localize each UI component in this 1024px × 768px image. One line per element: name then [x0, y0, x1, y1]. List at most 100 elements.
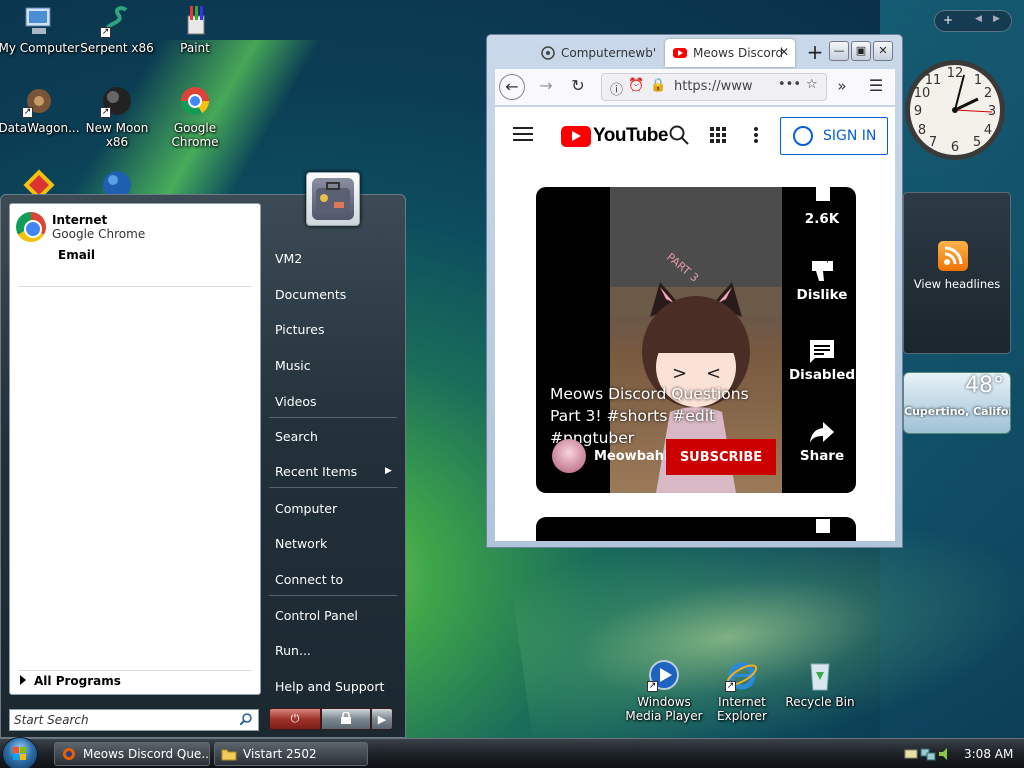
notification-icon[interactable] — [904, 748, 918, 763]
start-item-control-panel[interactable]: Control Panel — [275, 608, 358, 623]
network-icon[interactable] — [920, 746, 936, 765]
site-icon — [541, 46, 555, 60]
permissions-icon[interactable]: ⏰ — [628, 78, 644, 93]
start-button[interactable] — [2, 737, 38, 768]
pinned-email-item[interactable]: Email — [16, 248, 254, 262]
user-picture[interactable] — [306, 172, 360, 226]
back-button[interactable]: ← — [499, 74, 525, 100]
desktop-icon-google-chrome[interactable]: Google Chrome — [153, 84, 237, 149]
start-item-help-support[interactable]: Help and Support — [275, 679, 384, 694]
svg-text:8: 8 — [918, 123, 926, 138]
desktop-icon-datawagon[interactable]: ↗ DataWagon... — [0, 84, 81, 135]
url-text: https://www — [674, 79, 753, 94]
bookmark-star-icon[interactable]: ☆ — [806, 77, 818, 92]
forward-button[interactable]: → — [533, 74, 559, 100]
dislike-button[interactable]: Dislike — [788, 259, 856, 303]
chrome-icon — [178, 84, 212, 118]
media-player-icon: ↗ — [647, 658, 681, 692]
svg-text:2: 2 — [984, 86, 992, 101]
page-viewport: YouTube SIGN IN > < PART 3 Meows Discord… — [495, 107, 895, 541]
like-button[interactable]: 2.6K — [788, 187, 856, 227]
short-video-card[interactable]: > < PART 3 Meows Discord Questions Part … — [536, 187, 856, 493]
sidebar-controls[interactable]: + ◀ ▶ — [934, 10, 1012, 32]
minimize-button[interactable]: — — [829, 41, 849, 61]
svg-text:5: 5 — [973, 135, 981, 150]
all-programs-button[interactable]: All Programs — [20, 674, 121, 688]
shutdown-options-button[interactable]: ▶ — [371, 708, 393, 730]
comments-button[interactable]: Disabled — [788, 339, 856, 383]
desktop-icon-new-moon[interactable]: ↗ New Moon x86 — [75, 84, 159, 149]
url-bar[interactable]: ⓘ ⏰ 🔒 https://www ••• ☆ — [601, 73, 827, 101]
moon-icon: ↗ — [100, 84, 134, 118]
lock-button[interactable] — [321, 708, 371, 730]
tab-computernewb[interactable]: Computernewb' — [533, 39, 659, 67]
guide-menu-icon[interactable] — [513, 126, 533, 146]
share-button[interactable]: Share — [788, 420, 856, 464]
start-item-videos[interactable]: Videos — [275, 394, 317, 409]
start-item-computer[interactable]: Computer — [275, 501, 337, 516]
desktop-icon-label: Internet Explorer — [717, 695, 767, 723]
start-item-pictures[interactable]: Pictures — [275, 322, 325, 337]
menu-hamburger-icon[interactable]: ☰ — [863, 74, 889, 100]
browser-window[interactable]: Computernewb' Meows Discord ✕ + — ▣ ✕ ← … — [486, 34, 903, 548]
view-headlines-link[interactable]: View headlines — [904, 277, 1010, 291]
new-tab-button[interactable]: + — [803, 41, 827, 65]
channel-avatar[interactable] — [552, 439, 586, 473]
start-item-documents[interactable]: Documents — [275, 287, 346, 302]
search-icon[interactable] — [669, 125, 689, 149]
comment-icon — [809, 339, 835, 363]
desktop-icon-media-player[interactable]: ↗ Windows Media Player — [622, 658, 706, 723]
arrow-right-icon: ▶ — [377, 712, 387, 726]
info-icon[interactable]: ⓘ — [610, 79, 623, 98]
prev-icon[interactable]: ◀ — [975, 14, 982, 24]
desktop-icon-label: Windows Media Player — [625, 695, 703, 723]
start-item-vm2[interactable]: VM2 — [275, 251, 302, 266]
sign-in-button[interactable]: SIGN IN — [780, 117, 888, 155]
weather-gadget[interactable]: 48° Cupertino, California — [903, 372, 1011, 434]
start-item-music[interactable]: Music — [275, 358, 311, 373]
youtube-logo[interactable]: YouTube — [561, 125, 668, 147]
more-options-icon[interactable] — [753, 126, 759, 148]
taskbar-button-vistart[interactable]: Vistart 2502 — [214, 742, 368, 766]
divider — [18, 670, 252, 671]
desktop-icon-serpent[interactable]: ↗ Serpent x86 — [75, 4, 159, 55]
taskbar-button-browser[interactable]: Meows Discord Que... — [54, 742, 210, 766]
desktop-icon-label: Serpent x86 — [80, 41, 154, 55]
ie-icon: ↗ — [725, 658, 759, 692]
start-item-run[interactable]: Run... — [275, 643, 311, 658]
clock-gadget[interactable]: 12 3 6 9 1245 7 8 10 11 — [900, 50, 1010, 175]
next-short-card[interactable] — [536, 517, 856, 541]
feed-headlines-gadget[interactable]: View headlines — [903, 192, 1011, 354]
start-item-network[interactable]: Network — [275, 536, 327, 551]
desktop-icon-paint[interactable]: Paint — [153, 4, 237, 55]
subscribe-button[interactable]: SUBSCRIBE — [666, 439, 776, 475]
tab-meows-discord[interactable]: Meows Discord ✕ — [665, 39, 795, 67]
reload-button[interactable]: ↻ — [565, 74, 591, 100]
youtube-play-icon — [561, 125, 591, 147]
page-actions-icon[interactable]: ••• — [778, 77, 801, 92]
pinned-internet-item[interactable]: Internet Google Chrome — [16, 212, 254, 242]
overflow-chevron-icon[interactable]: » — [829, 74, 855, 100]
maximize-button[interactable]: ▣ — [851, 41, 871, 61]
next-icon[interactable]: ▶ — [993, 14, 1000, 24]
add-gadget-icon[interactable]: + — [943, 13, 953, 27]
close-tab-icon[interactable]: ✕ — [779, 45, 789, 59]
clock-time[interactable]: 3:08 AM — [964, 747, 1013, 761]
start-item-connect-to[interactable]: Connect to — [275, 572, 343, 587]
volume-icon[interactable] — [938, 747, 952, 764]
desktop-icon-recycle-bin[interactable]: Recycle Bin — [778, 658, 862, 709]
channel-name[interactable]: Meowbahh — [594, 449, 673, 464]
divider — [269, 417, 397, 418]
power-button[interactable]: ⏻ — [269, 708, 321, 730]
desktop-icon-my-computer[interactable]: My Computer — [0, 4, 81, 55]
start-item-recent-items[interactable]: Recent Items — [275, 464, 357, 479]
divider — [269, 487, 397, 488]
close-button[interactable]: ✕ — [873, 41, 893, 61]
apps-grid-icon[interactable] — [710, 127, 727, 148]
desktop-icon-internet-explorer[interactable]: ↗ Internet Explorer — [700, 658, 784, 723]
start-item-search[interactable]: Search — [275, 429, 318, 444]
search-icon[interactable] — [239, 713, 252, 726]
start-search-input[interactable]: Start Search — [9, 709, 259, 731]
channel-info[interactable]: Meowbahh — [552, 439, 673, 473]
system-tray: 3:08 AM — [900, 742, 1024, 766]
